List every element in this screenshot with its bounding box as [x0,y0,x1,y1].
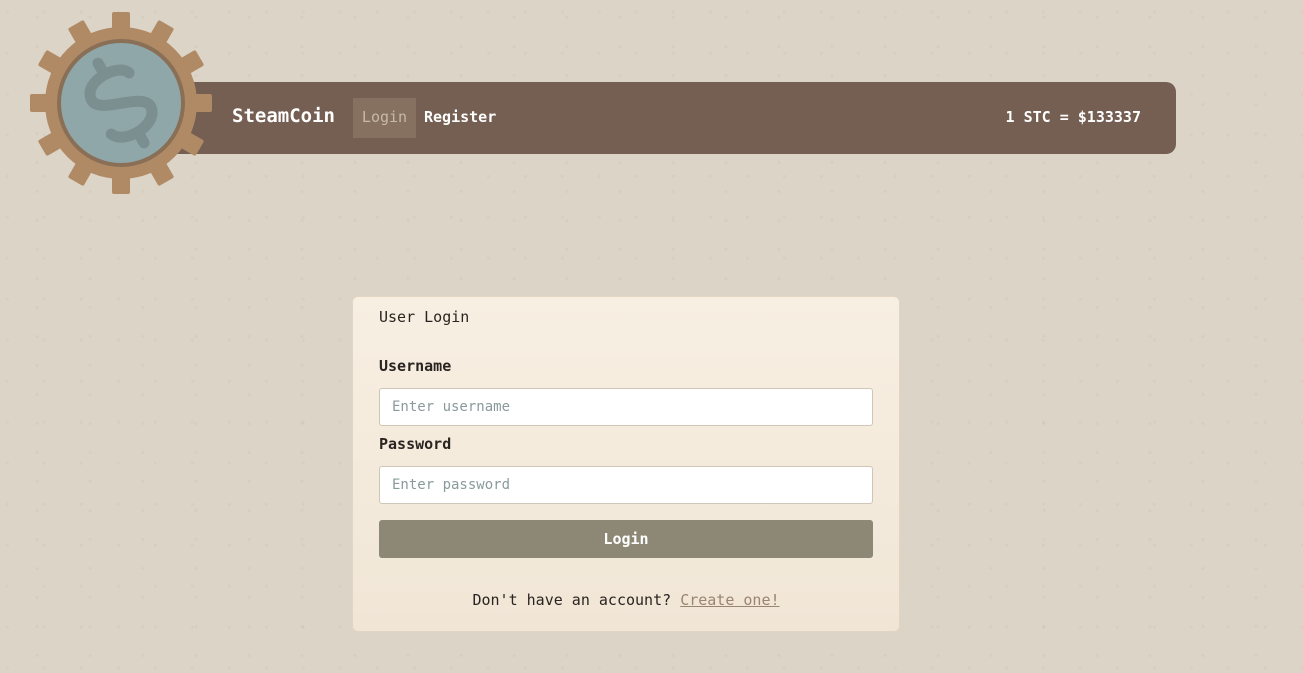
create-account-link[interactable]: Create one! [680,591,779,609]
username-label: Username [379,357,452,375]
login-card: User Login Username Password Login Don't… [352,296,900,632]
price-ticker: 1 STC = $133337 [1005,108,1141,126]
nav-register-link[interactable]: Register [424,98,496,138]
login-button[interactable]: Login [379,520,873,558]
card-title: User Login [379,308,470,326]
password-input[interactable] [379,466,873,504]
nav-login-link[interactable]: Login [353,98,416,138]
brand-name[interactable]: SteamCoin [232,104,335,128]
signup-prompt-line: Don't have an account? Create one! [353,591,899,609]
username-input[interactable] [379,388,873,426]
dollar-gear-icon[interactable] [30,12,212,194]
signup-prompt-text: Don't have an account? [472,591,672,609]
password-label: Password [379,435,452,453]
